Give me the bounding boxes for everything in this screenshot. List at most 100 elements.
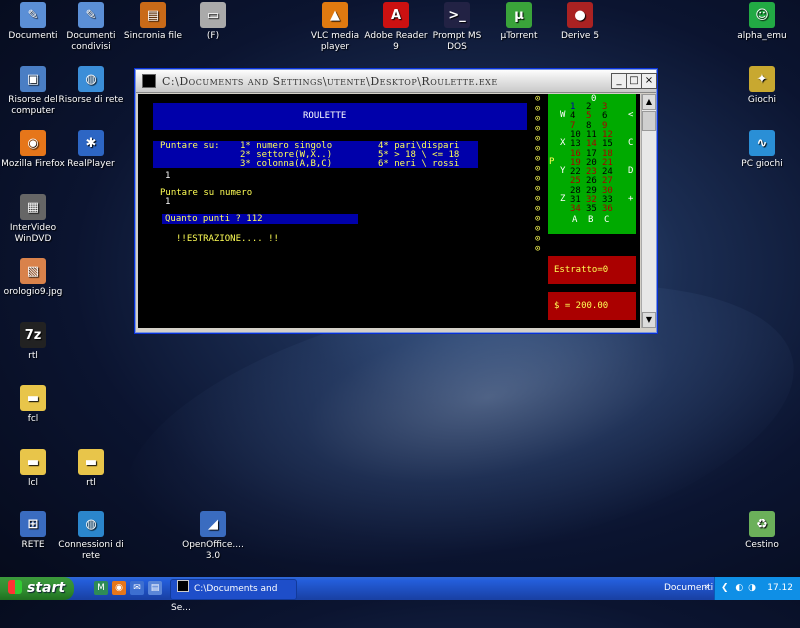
- sector-label: X: [560, 138, 566, 148]
- tray-volume-icon[interactable]: ◐: [735, 583, 743, 593]
- console-area[interactable]: ROULETTE Puntare su: 1* numero singolo 2…: [138, 94, 640, 328]
- desktop-icon[interactable]: ✎ Documenti: [0, 2, 66, 42]
- desktop-app-icon: ▬: [20, 385, 46, 411]
- desktop-icon[interactable]: ▧ orologio9.jpg: [0, 258, 66, 298]
- desktop-icon[interactable]: ☺ alpha_emu: [729, 2, 795, 42]
- desktop-app-icon: ✦: [749, 66, 775, 92]
- desktop-icon-label: RealPlayer: [67, 159, 115, 169]
- desktop-app-icon: ◍: [78, 66, 104, 92]
- quicklaunch-desktop-icon[interactable]: ▤: [148, 581, 162, 595]
- roulette-window[interactable]: C:\Documents and Settings\utente\Desktop…: [135, 69, 657, 333]
- desktop-icon-label: lcl: [28, 478, 38, 488]
- desktop-app-icon: ◉: [20, 130, 46, 156]
- quicklaunch-mail-icon[interactable]: ✉: [130, 581, 144, 595]
- desktop-app-icon: ●: [567, 2, 593, 28]
- menu-option-6: 6* neri \ rossi: [378, 159, 460, 169]
- desktop-icon[interactable]: ✱ RealPlayer: [58, 130, 124, 170]
- desktop-app-icon: ☺: [749, 2, 775, 28]
- window-titlebar[interactable]: C:\Documents and Settings\utente\Desktop…: [136, 70, 657, 93]
- choice-2: 1: [165, 197, 171, 207]
- scroll-down-icon[interactable]: ▼: [642, 312, 656, 328]
- maximize-button[interactable]: □: [626, 73, 642, 89]
- desktop-app-icon: ✎: [20, 2, 46, 28]
- desktop-icon-label: PC giochi: [741, 159, 783, 169]
- desktop-icon-label: rtl: [28, 351, 38, 361]
- start-label: start: [27, 580, 66, 596]
- desktop-icon[interactable]: ✎ Documenti condivisi: [58, 2, 124, 53]
- desktop-icon[interactable]: ▬ fcl: [0, 385, 66, 425]
- desktop-icon[interactable]: ◍ Risorse di rete: [58, 66, 124, 106]
- board-number-cell: 15: [602, 139, 613, 150]
- windows-flag-icon: [8, 580, 22, 594]
- prompt-number: Puntare su numero: [160, 188, 253, 198]
- desktop-icon-label: µTorrent: [500, 31, 538, 41]
- roulette-board: 0 1 2 3 4 5 6 7 8 9 10 11 12 13 14 15 16 17 18 19 20 21 22 23 2…: [548, 94, 636, 234]
- desktop-icon[interactable]: ▦ InterVideo WinDVD: [0, 194, 66, 245]
- system-tray: ❮ ◐ ◑ 17.12: [714, 577, 800, 600]
- extracted-box: Estratto=0: [548, 256, 636, 284]
- desktop-app-icon: ▧: [20, 258, 46, 284]
- scroll-up-icon[interactable]: ▲: [642, 94, 656, 110]
- money-value: $ = 200.00: [554, 301, 609, 311]
- desktop-icon-label: Derive 5: [560, 31, 600, 41]
- money-box: $ = 200.00: [548, 292, 636, 320]
- board-dots: ⊙ ⊙ ⊙ ⊙ ⊙ ⊙ ⊙ ⊙ ⊙ ⊙ ⊙ ⊙ ⊙ ⊙ ⊙ ⊙: [535, 94, 541, 254]
- extracted-value: Estratto=0: [554, 265, 609, 275]
- desktop-app-icon: ▤: [140, 2, 166, 28]
- desktop-icon-label: Mozilla Firefox: [1, 159, 65, 169]
- desktop-icon[interactable]: ▤ Sincronia file: [120, 2, 186, 42]
- desktop-icon[interactable]: ∿ PC giochi: [729, 130, 795, 170]
- desktop-icon[interactable]: ▲ VLC media player: [302, 2, 368, 53]
- start-button[interactable]: start: [0, 577, 74, 600]
- desktop-icon[interactable]: ● Derive 5: [547, 2, 613, 42]
- desktop-icon[interactable]: ◍ Connessioni di rete: [58, 511, 124, 562]
- board-number-cell: 4: [570, 111, 576, 122]
- board-number-cell: 13: [570, 139, 581, 150]
- desktop-icon[interactable]: ▬ lcl: [0, 449, 66, 489]
- desktop-icon-label: Prompt MS DOS: [432, 31, 482, 52]
- desktop-icon-label: Connessioni di rete: [58, 540, 124, 561]
- desktop-icon[interactable]: A Adobe Reader 9: [363, 2, 429, 53]
- desktop-app-icon: ◢: [200, 511, 226, 537]
- taskbar: start M ◉ ✉ ▤ C:\Documents and Se... Doc…: [0, 577, 800, 613]
- tray-arrow-icon[interactable]: ❮: [721, 583, 729, 593]
- desktop-icon-label: Giochi: [747, 95, 777, 105]
- quicklaunch-firefox-icon[interactable]: ◉: [112, 581, 126, 595]
- desktop-icon[interactable]: ▣ Risorse del computer: [0, 66, 66, 117]
- desktop-app-icon: ✱: [78, 130, 104, 156]
- desktop-icon-label: Sincronia file: [123, 31, 183, 41]
- desktop-icon[interactable]: ♻ Cestino: [729, 511, 795, 551]
- desktop-app-icon: ▬: [20, 449, 46, 475]
- desktop-icon-label: Adobe Reader 9: [364, 31, 428, 52]
- desktop-icon-label: Risorse di rete: [58, 95, 124, 105]
- tray-network-icon[interactable]: ◑: [748, 583, 756, 593]
- desktop-icon-label: orologio9.jpg: [3, 287, 63, 297]
- desktop-icon[interactable]: ◢ OpenOffice.... 3.0: [180, 511, 246, 562]
- desktop-icon[interactable]: >_ Prompt MS DOS: [424, 2, 490, 53]
- roulette-header-bar: ROULETTE: [153, 103, 527, 130]
- desktop-app-icon: 7z: [20, 322, 46, 348]
- desktop-icon[interactable]: ◉ Mozilla Firefox: [0, 130, 66, 170]
- desktop-icon[interactable]: ✦ Giochi: [729, 66, 795, 106]
- console-app-icon: [142, 74, 156, 88]
- quicklaunch-msn-icon[interactable]: M: [94, 581, 108, 595]
- points-prompt: Quanto punti ? 112: [165, 214, 263, 224]
- taskbar-item-roulette[interactable]: C:\Documents and Se...: [170, 579, 297, 613]
- scroll-thumb[interactable]: [642, 111, 656, 131]
- console-app-icon: [177, 580, 189, 592]
- desktop-icon-label: Risorse del computer: [8, 95, 58, 116]
- desktop-icon-label: fcl: [27, 414, 39, 424]
- desktop-icon[interactable]: µ µTorrent: [486, 2, 552, 42]
- desktop-icon[interactable]: ▭ (F): [180, 2, 246, 42]
- close-button[interactable]: ×: [641, 73, 657, 89]
- clock: 17.12: [767, 583, 793, 593]
- vertical-scrollbar[interactable]: ▲ ▼: [641, 94, 656, 328]
- board-number-cell: 34: [570, 204, 581, 215]
- desktop-icon[interactable]: ▬ rtl: [58, 449, 124, 489]
- toolbar-expand-icon[interactable]: »: [704, 582, 710, 592]
- desktop-app-icon: ✎: [78, 2, 104, 28]
- desktop-icon[interactable]: 7z rtl: [0, 322, 66, 362]
- minimize-button[interactable]: _: [611, 73, 627, 89]
- desktop-icon[interactable]: ⊞ RETE: [0, 511, 66, 551]
- desktop-icon-label: rtl: [86, 478, 96, 488]
